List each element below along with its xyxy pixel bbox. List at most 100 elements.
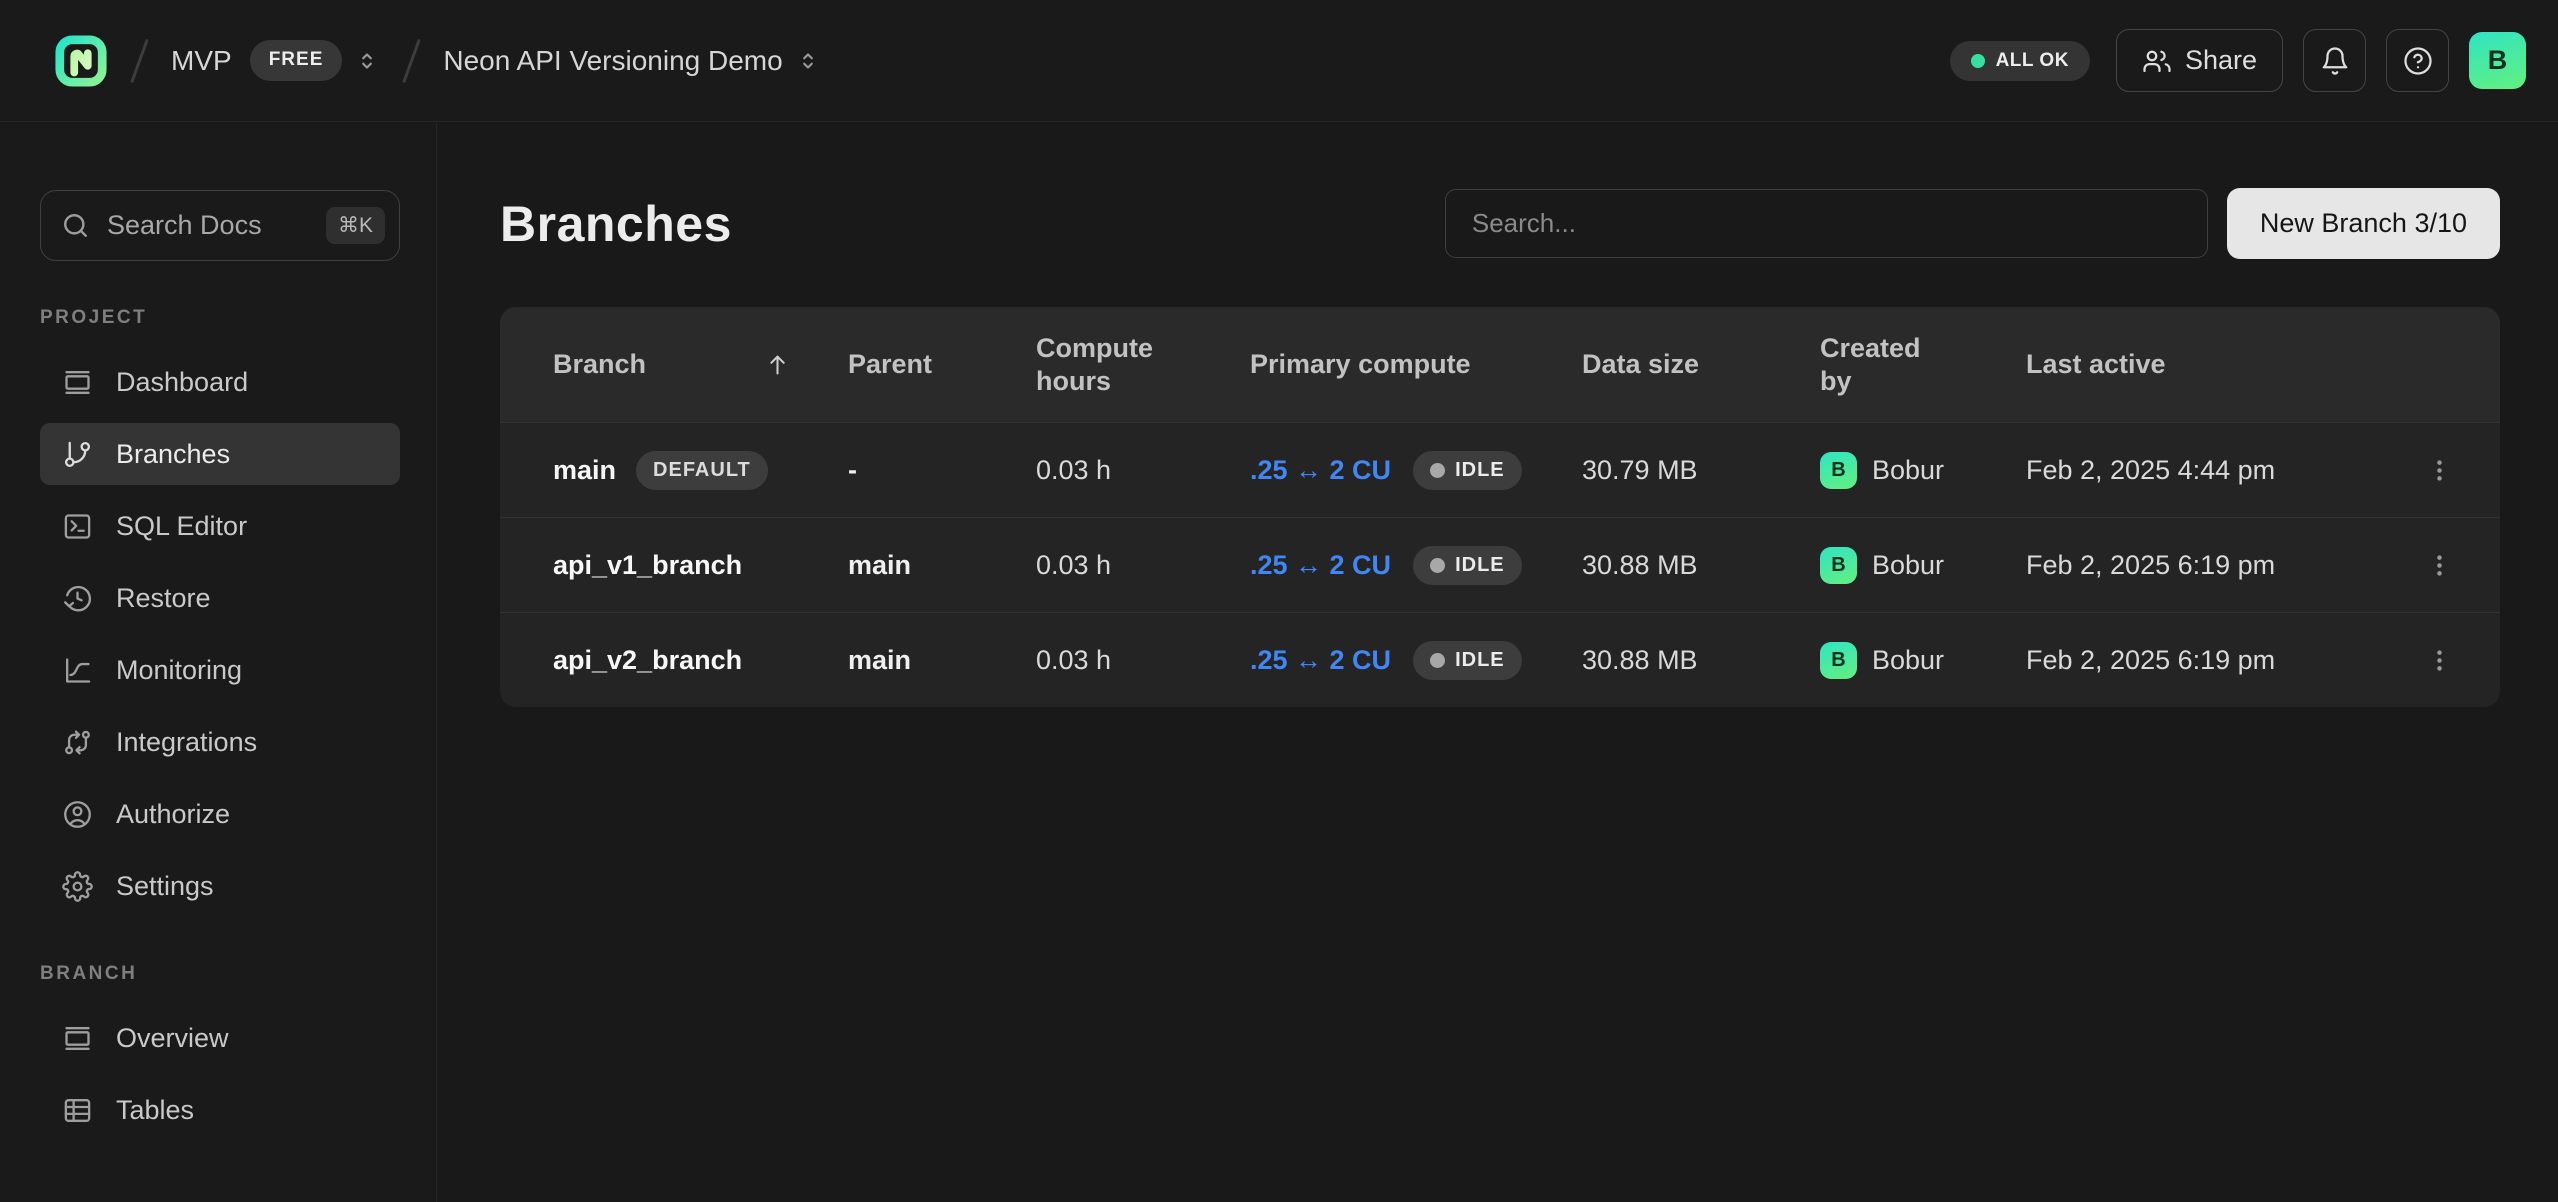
breadcrumb-project[interactable]: Neon API Versioning Demo <box>443 45 820 77</box>
notifications-button[interactable] <box>2303 29 2366 92</box>
chart-icon <box>62 655 93 686</box>
status-label: ALL OK <box>1996 50 2069 72</box>
column-header-parent[interactable]: Parent <box>848 349 1036 380</box>
creator-name: Bobur <box>1872 550 1944 581</box>
kebab-menu-icon <box>2426 552 2453 579</box>
sidebar-item-authorize[interactable]: Authorize <box>40 783 400 845</box>
branch-cell: api_v1_branch <box>553 550 848 581</box>
column-header-data-size[interactable]: Data size <box>1582 349 1820 380</box>
creator-avatar: B <box>1820 642 1857 679</box>
section-label-branch: BRANCH <box>40 963 400 985</box>
row-menu-button[interactable] <box>2414 534 2464 596</box>
sort-ascending-icon[interactable] <box>764 351 791 378</box>
created-by-cell: B Bobur <box>1820 547 2026 584</box>
sidebar-item-sql-editor[interactable]: SQL Editor <box>40 495 400 557</box>
search-icon <box>61 211 90 240</box>
column-header-branch[interactable]: Branch <box>553 349 848 380</box>
compute-state-badge: IDLE <box>1413 546 1522 585</box>
breadcrumb-org[interactable]: MVP FREE <box>171 40 380 81</box>
sidebar-item-label: Authorize <box>116 799 230 830</box>
dashboard-icon <box>62 367 93 398</box>
creator-name: Bobur <box>1872 645 1944 676</box>
new-branch-button[interactable]: New Branch 3/10 <box>2227 188 2500 259</box>
branch-nav-list: Overview Tables <box>40 1007 400 1141</box>
parent-cell: main <box>848 550 1036 581</box>
help-circle-icon <box>2403 46 2433 76</box>
help-button[interactable] <box>2386 29 2449 92</box>
chevron-up-down-icon[interactable] <box>795 48 821 74</box>
chevron-up-down-icon[interactable] <box>354 48 380 74</box>
branches-table: Branch Parent Compute hours Primary comp… <box>500 307 2500 707</box>
sidebar-item-overview[interactable]: Overview <box>40 1007 400 1069</box>
compute-state-badge: IDLE <box>1413 451 1522 490</box>
sidebar-item-restore[interactable]: Restore <box>40 567 400 629</box>
creator-name: Bobur <box>1872 455 1944 486</box>
branch-cell: api_v2_branch <box>553 645 848 676</box>
created-by-cell: B Bobur <box>1820 452 2026 489</box>
table-row[interactable]: api_v1_branch main 0.03 h .25 ↔ 2 CU IDL… <box>500 517 2500 612</box>
sidebar-item-label: Branches <box>116 439 230 470</box>
table-row[interactable]: api_v2_branch main 0.03 h .25 ↔ 2 CU IDL… <box>500 612 2500 707</box>
branch-name: main <box>553 455 616 486</box>
sidebar-item-monitoring[interactable]: Monitoring <box>40 639 400 701</box>
data-size-cell: 30.88 MB <box>1582 550 1820 581</box>
status-badge[interactable]: ALL OK <box>1950 41 2090 81</box>
idle-dot-icon <box>1430 558 1445 573</box>
last-active-cell: Feb 2, 2025 6:19 pm <box>2026 645 2414 676</box>
compute-size-link[interactable]: .25 ↔ 2 CU <box>1250 550 1391 581</box>
kebab-menu-icon <box>2426 457 2453 484</box>
branch-name: api_v2_branch <box>553 645 742 676</box>
branch-cell: main DEFAULT <box>553 451 848 490</box>
column-header-compute-hours[interactable]: Compute hours <box>1036 332 1250 397</box>
sidebar-item-label: Settings <box>116 871 214 902</box>
window-icon <box>62 1023 93 1054</box>
top-header: MVP FREE Neon API Versioning Demo ALL OK <box>0 0 2558 122</box>
compute-state-label: IDLE <box>1455 649 1505 672</box>
branch-search-input[interactable] <box>1445 189 2208 258</box>
compute-state-label: IDLE <box>1455 554 1505 577</box>
terminal-icon <box>62 511 93 542</box>
main-content: Branches New Branch 3/10 Branch Parent C… <box>437 123 2558 1202</box>
creator-avatar: B <box>1820 547 1857 584</box>
column-header-primary-compute[interactable]: Primary compute <box>1250 349 1582 380</box>
primary-compute-cell: .25 ↔ 2 CU IDLE <box>1250 546 1582 585</box>
share-button[interactable]: Share <box>2116 29 2283 92</box>
keyboard-shortcut-badge: ⌘K <box>326 207 385 244</box>
sidebar-item-integrations[interactable]: Integrations <box>40 711 400 773</box>
table-row[interactable]: main DEFAULT - 0.03 h .25 ↔ 2 CU IDLE 30… <box>500 422 2500 517</box>
page-toolbar: Branches New Branch 3/10 <box>500 187 2500 260</box>
sidebar-item-label: Integrations <box>116 727 257 758</box>
sidebar-item-dashboard[interactable]: Dashboard <box>40 351 400 413</box>
branch-name: api_v1_branch <box>553 550 742 581</box>
sidebar-item-settings[interactable]: Settings <box>40 855 400 917</box>
parent-cell: - <box>848 455 1036 486</box>
user-circle-icon <box>62 799 93 830</box>
parent-cell: main <box>848 645 1036 676</box>
last-active-cell: Feb 2, 2025 6:19 pm <box>2026 550 2414 581</box>
row-menu-button[interactable] <box>2414 629 2464 691</box>
compute-size-link[interactable]: .25 ↔ 2 CU <box>1250 645 1391 676</box>
neon-logo-icon[interactable] <box>54 34 108 88</box>
column-header-created-by[interactable]: Created by <box>1820 332 2026 397</box>
last-active-cell: Feb 2, 2025 4:44 pm <box>2026 455 2414 486</box>
sidebar-item-label: Restore <box>116 583 211 614</box>
compute-state-label: IDLE <box>1455 459 1505 482</box>
user-avatar[interactable]: B <box>2469 32 2526 89</box>
search-docs-placeholder: Search Docs <box>107 210 309 241</box>
bell-icon <box>2320 46 2350 76</box>
sidebar-item-tables[interactable]: Tables <box>40 1079 400 1141</box>
primary-compute-cell: .25 ↔ 2 CU IDLE <box>1250 451 1582 490</box>
row-menu-button[interactable] <box>2414 439 2464 501</box>
primary-compute-cell: .25 ↔ 2 CU IDLE <box>1250 641 1582 680</box>
idle-dot-icon <box>1430 463 1445 478</box>
compute-size-link[interactable]: .25 ↔ 2 CU <box>1250 455 1391 486</box>
share-label: Share <box>2185 45 2257 76</box>
sidebar-item-label: Tables <box>116 1095 194 1126</box>
gear-icon <box>62 871 93 902</box>
data-size-cell: 30.79 MB <box>1582 455 1820 486</box>
column-header-last-active[interactable]: Last active <box>2026 349 2414 380</box>
sidebar-item-label: Monitoring <box>116 655 242 686</box>
search-docs-input[interactable]: Search Docs ⌘K <box>40 190 400 261</box>
breadcrumb-separator <box>130 38 149 82</box>
sidebar-item-branches[interactable]: Branches <box>40 423 400 485</box>
